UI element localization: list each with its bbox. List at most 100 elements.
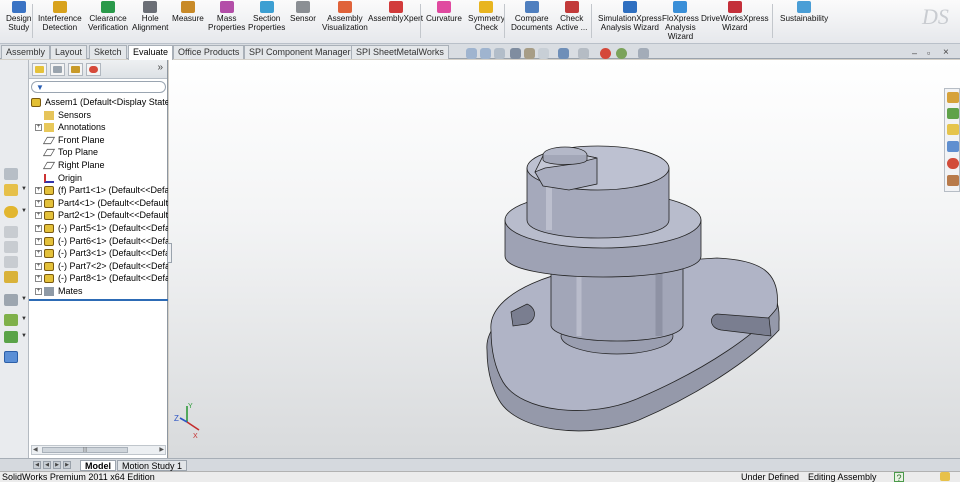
expand-toggle-icon[interactable]: + xyxy=(35,124,42,132)
expand-toggle-icon[interactable]: + xyxy=(35,199,42,207)
pattern-icon[interactable] xyxy=(4,294,18,306)
tree-item[interactable]: + Part4<1> (Default<<Default>_Disp xyxy=(29,197,168,210)
view-palette-icon[interactable] xyxy=(947,141,959,152)
tree-item[interactable]: + (-) Part8<1> (Default<<Default>_D xyxy=(29,272,168,285)
previous-tab-icon[interactable]: ◀ xyxy=(43,461,51,469)
appearances-icon[interactable] xyxy=(947,158,959,169)
help-icon[interactable]: ? xyxy=(894,472,904,482)
clearance-button[interactable]: Clearance Verification xyxy=(88,1,128,32)
expand-toggle-icon[interactable]: + xyxy=(35,187,42,195)
section-properties-button[interactable]: Section Properties xyxy=(248,1,285,32)
expand-toggle-icon[interactable]: + xyxy=(35,212,42,220)
tab-assembly[interactable]: Assembly xyxy=(1,45,51,59)
tree-item[interactable]: Right Plane xyxy=(29,159,168,172)
tree-item[interactable]: Origin xyxy=(29,172,168,185)
view-settings-icon[interactable] xyxy=(638,48,649,59)
tab-office-products[interactable]: Office Products xyxy=(173,45,245,59)
tab-layout[interactable]: Layout xyxy=(50,45,88,59)
smart-fasteners-icon[interactable] xyxy=(4,271,18,283)
tree-item[interactable]: + (-) Part6<1> (Default<<Default>_D xyxy=(29,235,168,248)
tree-item[interactable]: + (-) Part7<2> (Default<<Default>_D xyxy=(29,260,168,273)
scene-icon[interactable] xyxy=(4,256,18,268)
tree-item[interactable]: + Mates xyxy=(29,285,168,298)
sensor-button[interactable]: Sensor xyxy=(290,1,316,23)
explode-view-icon[interactable] xyxy=(4,351,18,363)
simulationxpress-button[interactable]: SimulationXpress Analysis Wizard xyxy=(598,1,662,32)
symmetry-check-button[interactable]: Symmetry Check xyxy=(468,1,505,32)
floxpress-button[interactable]: FloXpress Analysis Wizard xyxy=(662,1,699,41)
expand-toggle-icon[interactable]: + xyxy=(35,224,42,232)
quick-tips-icon[interactable] xyxy=(940,472,950,481)
driveworksxpress-button[interactable]: DriveWorksXpress Wizard xyxy=(701,1,769,32)
tab-model[interactable]: Model xyxy=(80,460,116,471)
first-tab-icon[interactable]: ◀ xyxy=(33,461,41,469)
chevron-down-icon[interactable]: ▼ xyxy=(21,208,27,214)
tree-item[interactable]: + (f) Part1<1> (Default<<Default>_D xyxy=(29,184,168,197)
move-component-icon[interactable] xyxy=(4,314,18,326)
apply-scene-icon[interactable] xyxy=(616,48,627,59)
model-viewport[interactable] xyxy=(169,60,960,458)
close-window-icon[interactable]: × xyxy=(943,47,949,58)
section-view-icon[interactable] xyxy=(510,48,521,59)
tree-item[interactable]: Sensors xyxy=(29,109,168,122)
hole-alignment-button[interactable]: Hole Alignment xyxy=(132,1,168,32)
expand-toggle-icon[interactable]: + xyxy=(35,262,42,270)
section-view-icon[interactable] xyxy=(4,241,18,253)
view-orientation-icon[interactable] xyxy=(4,168,18,180)
scrollbar-thumb[interactable]: ||| xyxy=(42,447,128,453)
solidworks-resources-icon[interactable] xyxy=(947,92,959,103)
hide-show-items-icon[interactable] xyxy=(578,48,589,59)
hide-show-icon[interactable] xyxy=(4,226,18,238)
mate-icon[interactable] xyxy=(4,331,18,343)
view-orientation-icon[interactable] xyxy=(538,48,549,59)
measure-button[interactable]: Measure xyxy=(172,1,204,23)
tree-item[interactable]: Front Plane xyxy=(29,134,168,147)
appearance-icon[interactable] xyxy=(4,206,18,218)
zoom-to-fit-icon[interactable] xyxy=(466,48,477,59)
custom-properties-icon[interactable] xyxy=(947,175,959,186)
check-active-button[interactable]: Check Active ... xyxy=(556,1,587,32)
chevron-down-icon[interactable]: ▼ xyxy=(21,333,27,339)
file-explorer-icon[interactable] xyxy=(947,124,959,135)
chevron-down-icon[interactable]: ▼ xyxy=(21,296,27,302)
expand-toggle-icon[interactable]: + xyxy=(35,287,42,295)
expand-toggle-icon[interactable]: + xyxy=(35,275,42,283)
design-library-icon[interactable] xyxy=(947,108,959,119)
mass-properties-button[interactable]: Mass Properties xyxy=(208,1,245,32)
tab-spi-sheetmetalworks[interactable]: SPI SheetMetalWorks xyxy=(351,45,449,59)
tab-evaluate[interactable]: Evaluate xyxy=(128,45,174,60)
panel-splitter-handle[interactable] xyxy=(167,243,172,263)
tree-item[interactable]: + (-) Part3<1> (Default<<Default>_D xyxy=(29,247,168,260)
zoom-to-area-icon[interactable] xyxy=(480,48,491,59)
sustainability-button[interactable]: Sustainability xyxy=(780,1,828,23)
edit-appearance-icon[interactable] xyxy=(600,48,611,59)
feature-tree-tab[interactable] xyxy=(32,63,47,76)
next-tab-icon[interactable]: ▶ xyxy=(53,461,61,469)
design-study-button[interactable]: Design Study xyxy=(6,1,32,32)
tree-horizontal-scrollbar[interactable]: ◀ ||| ▶ xyxy=(31,445,166,455)
expand-toggle-icon[interactable]: + xyxy=(35,237,42,245)
tab-motion-study-1[interactable]: Motion Study 1 xyxy=(117,460,188,471)
property-manager-tab[interactable] xyxy=(50,63,65,76)
tab-spi-component-manager[interactable]: SPI Component Manager xyxy=(244,45,356,59)
expand-toggle-icon[interactable]: + xyxy=(35,250,42,258)
tree-item[interactable]: + Part2<1> (Default<<Default>_Disp xyxy=(29,209,168,222)
tab-sketch[interactable]: Sketch xyxy=(89,45,127,59)
scroll-left-icon[interactable]: ◀ xyxy=(33,446,38,453)
display-style-icon[interactable] xyxy=(4,184,18,196)
compare-documents-button[interactable]: Compare Documents xyxy=(511,1,552,32)
interference-button[interactable]: Interference Detection xyxy=(38,1,82,32)
tree-item[interactable]: + Annotations xyxy=(29,121,168,134)
display-style-icon[interactable] xyxy=(558,48,569,59)
dynamic-annotation-icon[interactable] xyxy=(524,48,535,59)
assemblyxpert-button[interactable]: AssemblyXpert xyxy=(368,1,423,23)
rollback-bar[interactable] xyxy=(29,298,168,301)
expand-panel-icon[interactable]: » xyxy=(157,62,163,73)
tree-item[interactable]: Assem1 (Default<Display State-1>) xyxy=(29,96,168,109)
previous-view-icon[interactable] xyxy=(494,48,505,59)
display-manager-tab[interactable] xyxy=(86,63,101,76)
restore-window-icon[interactable]: ▫ xyxy=(927,48,930,58)
tree-item[interactable]: Top Plane xyxy=(29,146,168,159)
last-tab-icon[interactable]: ▶ xyxy=(63,461,71,469)
graphics-area[interactable]: Z Y X xyxy=(169,60,960,458)
